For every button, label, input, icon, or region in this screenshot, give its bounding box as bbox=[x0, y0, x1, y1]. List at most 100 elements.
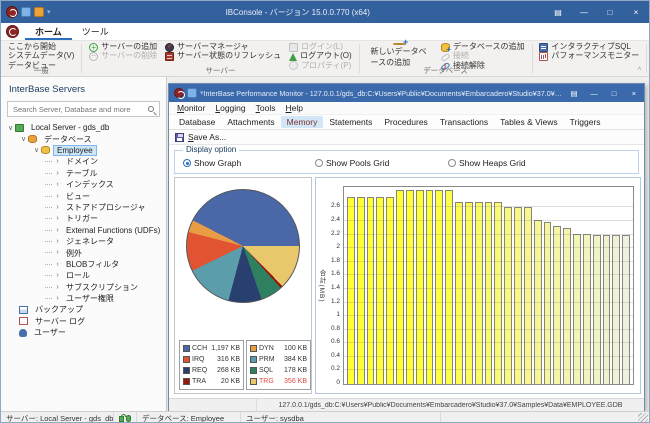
chevron-right-icon[interactable]: › bbox=[53, 215, 62, 222]
ribbon-collapse-icon[interactable]: ^ bbox=[638, 67, 641, 74]
perfmon-tab-transactions[interactable]: Transactions bbox=[434, 116, 494, 128]
tree-connector bbox=[45, 252, 52, 253]
legend-value: 384 KB bbox=[284, 356, 307, 363]
add-database-icon bbox=[441, 43, 450, 52]
unlocked-icon bbox=[119, 416, 124, 422]
chevron-right-icon[interactable]: › bbox=[53, 193, 62, 200]
server-log-icon bbox=[19, 317, 28, 325]
users-icon bbox=[19, 329, 27, 337]
quick-access-icon-2[interactable] bbox=[34, 7, 44, 17]
chevron-right-icon[interactable]: › bbox=[53, 158, 62, 165]
perfmon-close-button[interactable]: × bbox=[624, 84, 644, 102]
logout-button[interactable]: ログアウト(O) bbox=[289, 52, 352, 60]
menu-logging[interactable]: Logging bbox=[210, 103, 250, 113]
status-server: サーバー: Local Server - gds_db bbox=[1, 412, 114, 423]
tree-item[interactable]: ∨ データベース bbox=[1, 133, 166, 144]
perfmon-tab-memory[interactable]: Memory bbox=[281, 116, 324, 128]
chevron-right-icon[interactable]: › bbox=[53, 227, 62, 234]
chevron-down-icon[interactable]: ∨ bbox=[6, 124, 15, 132]
minimize-button[interactable]: — bbox=[571, 1, 597, 23]
chevron-right-icon[interactable]: › bbox=[53, 261, 62, 268]
tab-tools[interactable]: ツール bbox=[72, 23, 119, 40]
resize-grip[interactable] bbox=[638, 413, 648, 423]
perfmon-statusbar: 127.0.0.1/gds_db:C:¥Users¥Public¥Documen… bbox=[169, 398, 644, 412]
radio-selected-icon[interactable] bbox=[183, 159, 191, 167]
ribbon-tab-row: ホーム ツール bbox=[1, 23, 649, 41]
tree-item[interactable]: サーバー ログ bbox=[1, 316, 166, 327]
chevron-right-icon[interactable]: › bbox=[53, 272, 62, 279]
chevron-down-icon[interactable]: ∨ bbox=[32, 146, 41, 154]
chevron-right-icon[interactable]: › bbox=[53, 238, 62, 245]
search-icon[interactable] bbox=[148, 106, 154, 112]
perfmon-titlebar: ▾ InterBase Performance Monitor - 127.0.… bbox=[169, 84, 644, 102]
chevron-down-icon[interactable]: ∨ bbox=[19, 135, 28, 143]
search-input[interactable] bbox=[13, 105, 148, 114]
app-menu-button[interactable] bbox=[6, 25, 19, 38]
radio-icon[interactable] bbox=[448, 159, 456, 167]
perfmon-ribbon-options-button[interactable]: ▤ bbox=[564, 84, 584, 102]
tree-connector bbox=[45, 161, 52, 162]
ribbon-options-button[interactable]: ▤ bbox=[545, 1, 571, 23]
memory-pie-panel: CCH1,197 KBIRQ316 KBREQ268 KBTRA20 KB DY… bbox=[174, 177, 312, 394]
bar bbox=[583, 234, 591, 384]
tree-connector bbox=[45, 173, 52, 174]
gridline bbox=[344, 247, 633, 248]
connected-database-icon bbox=[126, 415, 131, 422]
main-statusbar: サーバー: Local Server - gds_db データベース: Empl… bbox=[1, 411, 649, 423]
perfmon-tab-tables-views[interactable]: Tables & Views bbox=[494, 116, 563, 128]
menu-tools[interactable]: Tools bbox=[251, 103, 281, 113]
chevron-right-icon[interactable]: › bbox=[53, 181, 62, 188]
performance-monitor-button[interactable]: パフォーマンスモニター bbox=[539, 52, 639, 60]
tree-connector bbox=[45, 298, 52, 299]
legend-row-sql: SQL178 KB bbox=[250, 365, 307, 376]
legend-value: 20 KB bbox=[221, 378, 240, 385]
perfmon-minimize-button[interactable]: — bbox=[584, 84, 604, 102]
radio-show-heaps-grid[interactable]: Show Heaps Grid bbox=[448, 158, 526, 168]
menu-monitor[interactable]: Monitor bbox=[172, 103, 210, 113]
y-axis-tick-label: 0.6 bbox=[318, 338, 340, 345]
quick-access-icon-1[interactable] bbox=[21, 7, 31, 17]
main-window-controls: ▤ — □ × bbox=[545, 1, 649, 23]
maximize-button[interactable]: □ bbox=[597, 1, 623, 23]
pie-legend-left: CCH1,197 KBIRQ316 KBREQ268 KBTRA20 KB bbox=[179, 340, 244, 390]
chevron-right-icon[interactable]: › bbox=[53, 170, 62, 177]
legend-label: SQL bbox=[259, 367, 273, 374]
perfmon-qa-icon[interactable] bbox=[187, 88, 197, 98]
perfmon-tab-triggers[interactable]: Triggers bbox=[564, 116, 607, 128]
tree-item[interactable]: ユーザー bbox=[1, 327, 166, 338]
legend-label: TRG bbox=[259, 378, 274, 385]
close-button[interactable]: × bbox=[623, 1, 649, 23]
menu-help[interactable]: Help bbox=[280, 103, 307, 113]
perfmon-maximize-button[interactable]: □ bbox=[604, 84, 624, 102]
legend-color-chip bbox=[183, 356, 190, 363]
bar bbox=[622, 235, 630, 384]
save-as-button[interactable]: Save As... bbox=[188, 132, 226, 142]
tree-item[interactable]: ›トリガー bbox=[1, 213, 166, 224]
ribbon: ここから開始 システムデータ(V) データビュー 一般 サーバーの追加 サーバー… bbox=[1, 41, 649, 77]
status-user: ユーザー: sysdba bbox=[241, 412, 441, 423]
chevron-right-icon[interactable]: › bbox=[53, 249, 62, 256]
main-titlebar: ▾ IBConsole - バージョン 15.0.0.770 (x64) ▤ —… bbox=[1, 1, 649, 23]
perfmon-tab-attachments[interactable]: Attachments bbox=[221, 116, 280, 128]
tab-home[interactable]: ホーム bbox=[25, 23, 72, 40]
perfmon-tab-procedures[interactable]: Procedures bbox=[378, 116, 433, 128]
tree-connector bbox=[45, 287, 52, 288]
database-icon bbox=[41, 146, 50, 154]
refresh-server-state-button[interactable]: サーバー状態のリフレッシュ bbox=[165, 52, 281, 60]
chevron-right-icon[interactable]: › bbox=[53, 295, 62, 302]
chevron-right-icon[interactable]: › bbox=[53, 204, 62, 211]
tree-item-label: データベース bbox=[40, 133, 96, 146]
legend-color-chip bbox=[183, 378, 190, 385]
perfmon-tab-database[interactable]: Database bbox=[173, 116, 221, 128]
search-box[interactable] bbox=[7, 101, 160, 117]
radio-show-graph[interactable]: Show Graph bbox=[183, 158, 241, 168]
chevron-right-icon[interactable]: › bbox=[53, 284, 62, 291]
radio-icon[interactable] bbox=[315, 159, 323, 167]
perfmon-status-path: 127.0.0.1/gds_db:C:¥Users¥Public¥Documen… bbox=[257, 402, 644, 409]
app-logo-icon bbox=[6, 6, 18, 18]
system-data-button[interactable]: システムデータ(V) bbox=[8, 52, 74, 60]
add-new-database-button[interactable]: 新しいデータベースの追加 bbox=[366, 43, 432, 66]
interactive-sql-button[interactable]: インタラクティブSQL bbox=[539, 43, 639, 51]
radio-show-pools-grid[interactable]: Show Pools Grid bbox=[315, 158, 389, 168]
perfmon-tab-statements[interactable]: Statements bbox=[323, 116, 378, 128]
